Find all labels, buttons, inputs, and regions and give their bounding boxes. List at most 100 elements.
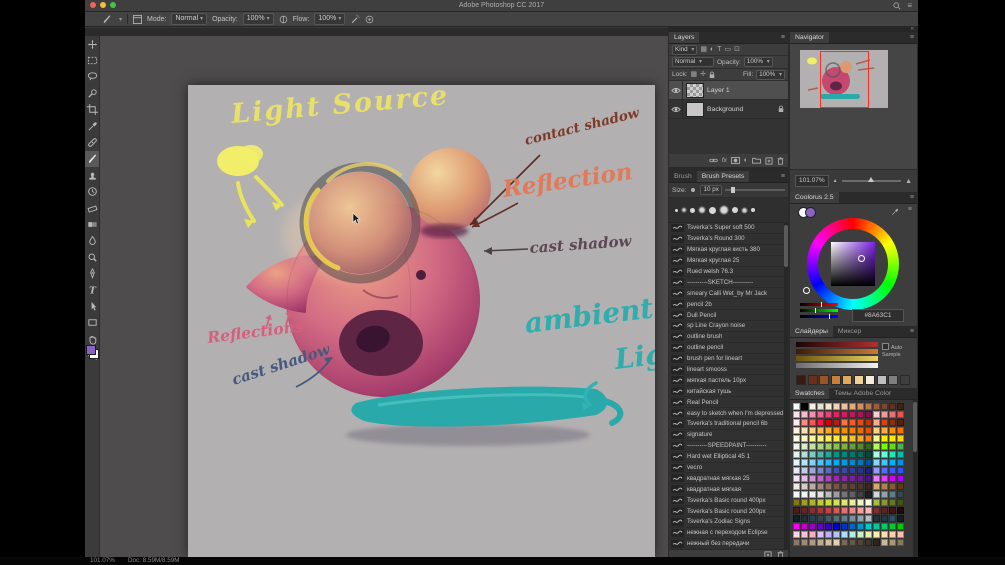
color-swatch[interactable]	[793, 483, 800, 490]
hue-marker[interactable]	[803, 287, 810, 294]
fill-select[interactable]: 100% ▾	[756, 70, 785, 80]
color-swatch[interactable]	[833, 515, 840, 522]
mixer-gradient-bar[interactable]	[796, 349, 878, 354]
mixer-chip[interactable]	[888, 375, 898, 385]
color-swatch[interactable]	[817, 451, 824, 458]
mixer-chip[interactable]	[854, 375, 864, 385]
color-swatch[interactable]	[825, 539, 832, 546]
brush-tip-preview[interactable]	[720, 206, 728, 214]
mixer-chip[interactable]	[865, 375, 875, 385]
color-swatch[interactable]	[865, 451, 872, 458]
brush-tip-preview[interactable]	[709, 207, 716, 214]
swatches-scrollbar[interactable]	[913, 400, 917, 557]
color-swatch[interactable]	[809, 451, 816, 458]
brush-preset-row[interactable]: easy to sketch when I'm depressed	[669, 408, 788, 419]
color-swatch[interactable]	[833, 427, 840, 434]
color-swatch[interactable]	[857, 491, 864, 498]
red-slider[interactable]	[800, 303, 838, 306]
layer-thumbnail[interactable]	[686, 83, 704, 98]
zoom-window-button[interactable]	[110, 2, 116, 8]
brush-preset-row[interactable]: Rued welsh 76.3	[669, 267, 788, 278]
color-swatch[interactable]	[857, 419, 864, 426]
color-swatch[interactable]	[825, 411, 832, 418]
color-swatch[interactable]	[881, 507, 888, 514]
layer-style-fx-icon[interactable]: fx	[722, 157, 727, 164]
color-swatch[interactable]	[865, 459, 872, 466]
color-swatch[interactable]	[849, 467, 856, 474]
mixer-gradient-bar[interactable]	[796, 363, 878, 368]
navigator-panel-menu-icon[interactable]: ≡	[910, 32, 917, 43]
color-swatch[interactable]	[817, 531, 824, 538]
color-swatch[interactable]	[801, 411, 808, 418]
color-swatch[interactable]	[865, 499, 872, 506]
color-swatch[interactable]	[833, 483, 840, 490]
chevron-down-icon[interactable]: ▾	[119, 16, 122, 23]
navigator-zoom-slider[interactable]	[842, 180, 901, 182]
color-swatch[interactable]	[817, 499, 824, 506]
filter-adjustment-layers-icon[interactable]: ◐	[710, 45, 714, 55]
color-swatch[interactable]	[881, 419, 888, 426]
layers-panel-menu-icon[interactable]: ≡	[781, 32, 788, 43]
color-swatch[interactable]	[825, 443, 832, 450]
coolorus-options-icon[interactable]: ≡	[908, 206, 912, 213]
zoom-out-mountains-icon[interactable]: ▲	[833, 178, 838, 184]
color-swatch[interactable]	[825, 427, 832, 434]
brush-preset-row[interactable]: Real Pencil	[669, 397, 788, 408]
color-swatch[interactable]	[793, 531, 800, 538]
pressure-size-icon[interactable]	[365, 15, 374, 24]
color-swatch[interactable]	[833, 491, 840, 498]
color-swatch[interactable]	[889, 523, 896, 530]
color-swatch[interactable]	[833, 539, 840, 546]
color-swatch[interactable]	[841, 419, 848, 426]
blend-mode-select[interactable]: Normal ▾	[672, 57, 714, 67]
color-swatch[interactable]	[817, 419, 824, 426]
color-swatch[interactable]	[841, 539, 848, 546]
color-swatch[interactable]	[865, 491, 872, 498]
filter-pixel-layers-icon[interactable]: ▦	[700, 45, 707, 55]
color-swatch[interactable]	[809, 459, 816, 466]
brush-size-slider[interactable]	[725, 189, 785, 191]
color-swatch[interactable]	[809, 467, 816, 474]
color-swatch[interactable]	[849, 491, 856, 498]
color-swatch[interactable]	[873, 499, 880, 506]
lock-position-icon[interactable]: ✛	[700, 70, 706, 80]
color-swatch[interactable]	[793, 419, 800, 426]
color-swatch[interactable]	[809, 435, 816, 442]
tab-coolorus[interactable]: Coolorus 2.5	[790, 192, 839, 203]
color-swatch[interactable]	[857, 411, 864, 418]
artwork-svg[interactable]: Light Source contact shadow Reflection c…	[188, 85, 655, 557]
color-swatch[interactable]	[849, 515, 856, 522]
color-swatch[interactable]	[881, 483, 888, 490]
layer-name[interactable]: Layer 1	[707, 87, 788, 94]
color-swatch[interactable]	[873, 483, 880, 490]
brush-preset-row[interactable]: Tsverka's traditional pencil 6b	[669, 419, 788, 430]
brush-preset-row[interactable]: Tsverka's Zodiac Signs	[669, 517, 788, 528]
color-swatch[interactable]	[849, 475, 856, 482]
color-swatch[interactable]	[801, 523, 808, 530]
color-swatch[interactable]	[817, 483, 824, 490]
mixer-chip[interactable]	[796, 375, 806, 385]
color-swatch[interactable]	[841, 523, 848, 530]
brush-preset-row[interactable]: Мягкая круглая 25	[669, 256, 788, 267]
color-swatch[interactable]	[881, 531, 888, 538]
color-swatch[interactable]	[841, 483, 848, 490]
coolorus-panel-menu-icon[interactable]: ≡	[910, 192, 917, 203]
color-swatch[interactable]	[857, 515, 864, 522]
color-swatch[interactable]	[873, 403, 880, 410]
color-swatch[interactable]	[825, 451, 832, 458]
color-swatch[interactable]	[857, 523, 864, 530]
type-tool[interactable]: T	[85, 282, 99, 298]
sliders-panel-menu-icon[interactable]: ≡	[910, 326, 917, 337]
tab-adobe-color-themes[interactable]: Темы Adobe Color	[829, 388, 896, 399]
color-swatch[interactable]	[897, 483, 904, 490]
tab-navigator[interactable]: Navigator	[790, 32, 829, 43]
brush-tip-preview[interactable]	[682, 208, 686, 212]
search-icon[interactable]	[893, 2, 901, 10]
eyedropper-mini-icon[interactable]	[891, 208, 899, 216]
color-swatch[interactable]	[849, 451, 856, 458]
color-swatch[interactable]	[801, 435, 808, 442]
close-window-button[interactable]	[90, 2, 96, 8]
brush-preset-row[interactable]: outline pencil	[669, 343, 788, 354]
color-swatch[interactable]	[809, 483, 816, 490]
color-swatch[interactable]	[897, 467, 904, 474]
